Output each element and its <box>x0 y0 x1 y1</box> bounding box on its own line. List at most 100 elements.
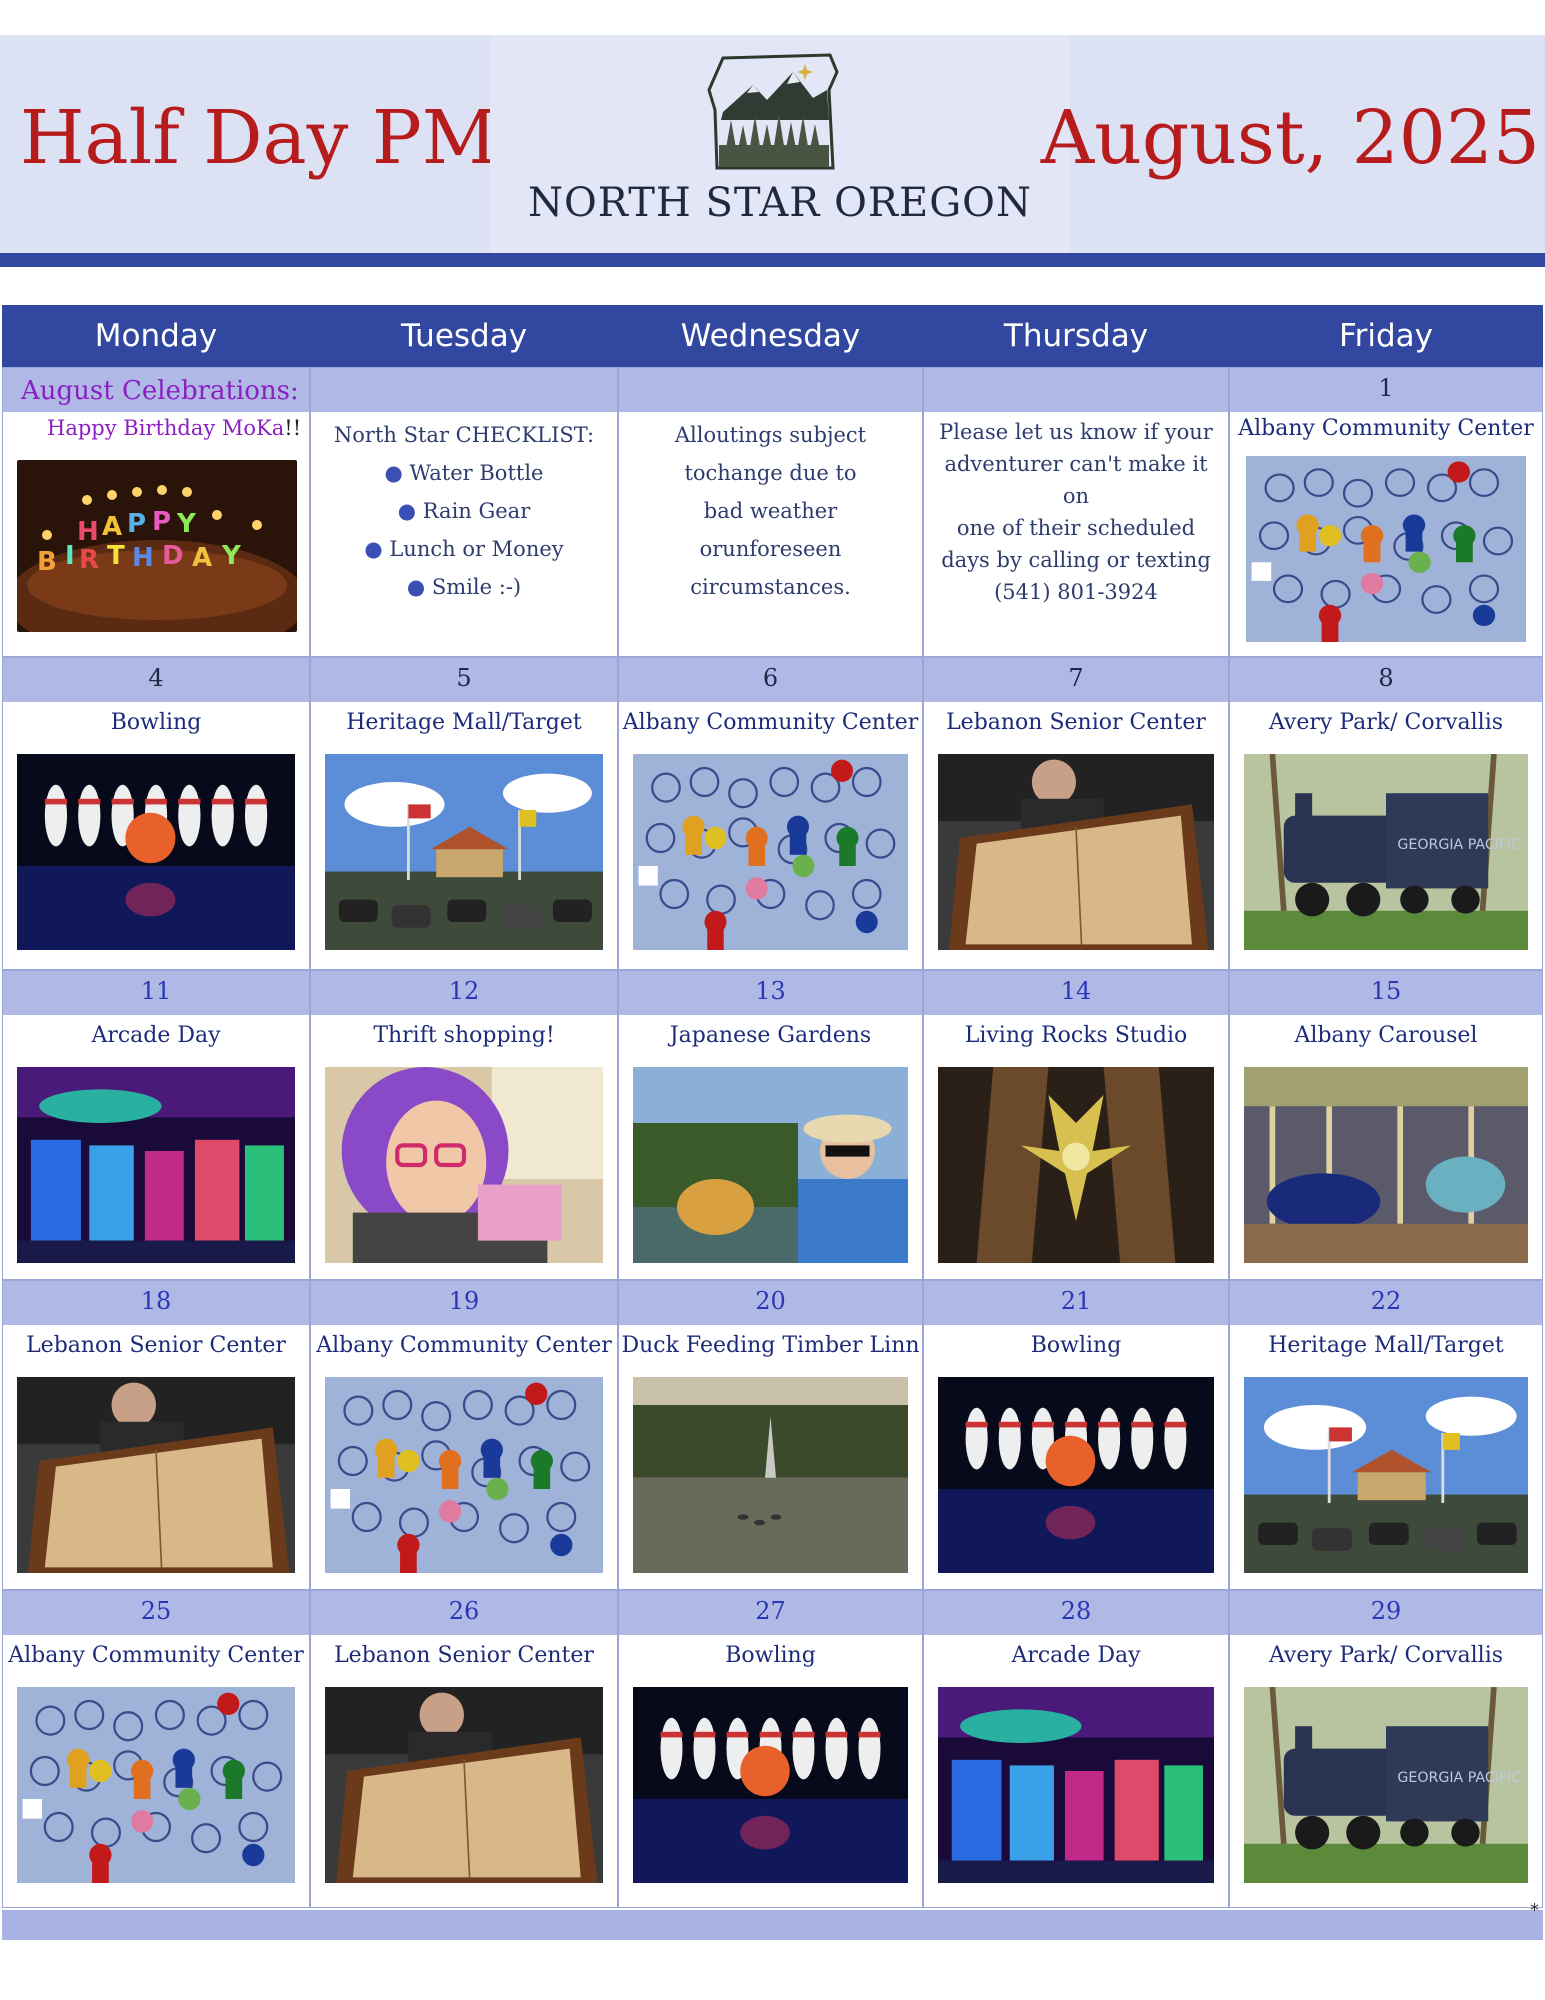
bowling-picture <box>633 1687 908 1883</box>
bowling-picture <box>938 1377 1214 1573</box>
day-cell-14: 14 Living Rocks Studio <box>923 970 1229 1280</box>
svg-text:Y: Y <box>221 541 242 571</box>
svg-text:P: P <box>152 507 171 537</box>
birthday-message: Happy Birthday MoKa!! <box>47 416 302 440</box>
weather-note-cell: Alloutings subject tochange due to bad w… <box>618 367 923 657</box>
activity-label: Thrift shopping! <box>373 1023 555 1048</box>
activity-label: Albany Community Center <box>622 710 919 735</box>
svg-text:P: P <box>127 509 146 539</box>
svg-text:H: H <box>77 517 99 547</box>
day-cell-20: 20 Duck Feeding Timber Linn <box>618 1280 923 1590</box>
day-cell-1: 1 Albany Community Center <box>1229 367 1543 657</box>
day-cell-25: 25 Albany Community Center <box>2 1590 310 1908</box>
svg-text:A: A <box>102 512 122 542</box>
day-number: 21 <box>1060 1287 1092 1315</box>
svg-text:R: R <box>79 545 99 575</box>
train-picture: GEORGIA PACIFIC <box>1244 753 1528 950</box>
activity-label: Bowling <box>725 1643 816 1668</box>
svg-text:GEORGIA PACIFIC: GEORGIA PACIFIC <box>1397 837 1521 853</box>
day-number: 28 <box>1060 1597 1092 1625</box>
program-title: Half Day PM <box>20 95 498 181</box>
day-cell-13: 13 Japanese Gardens <box>618 970 923 1280</box>
activity-label: Arcade Day <box>91 1023 221 1048</box>
arcade-picture <box>938 1687 1214 1883</box>
svg-text:A: A <box>192 543 212 573</box>
day-cell-12: 12 Thrift shopping! <box>310 970 618 1280</box>
weekday-monday: Monday <box>2 305 311 367</box>
activity-image <box>633 1377 908 1573</box>
activity-label: Bowling <box>1030 1333 1122 1358</box>
activity-image <box>17 1687 295 1883</box>
activity-label: Albany Carousel <box>1294 1023 1478 1048</box>
month-title: August, 2025 <box>1040 95 1540 181</box>
day-cell-6: 6 Albany Community Center <box>618 657 923 970</box>
activity-label: Lebanon Senior Center <box>26 1333 286 1358</box>
svg-text:B: B <box>37 547 57 577</box>
checklist-item: ● Water Bottle <box>384 461 544 485</box>
activity-image <box>325 1067 603 1263</box>
footer-bar <box>2 1910 1543 1940</box>
checklist-item: ● Smile :-) <box>406 575 522 599</box>
activity-image <box>938 1067 1214 1263</box>
checklist-item: ● Lunch or Money <box>364 537 564 561</box>
activity-image <box>633 1687 908 1883</box>
activity-label: Duck Feeding Timber Linn <box>621 1333 920 1358</box>
activity-image <box>17 754 295 950</box>
activity-image <box>1244 1067 1528 1263</box>
shuffle-picture <box>325 1687 603 1883</box>
contact-note: Please let us know if your adventurer ca… <box>932 416 1220 608</box>
day-cell-5: 5 Heritage Mall/Target <box>310 657 618 970</box>
header-left-panel: Half Day PM <box>0 35 498 253</box>
header-right-panel: August, 2025 <box>1041 35 1545 253</box>
activity-label: Living Rocks Studio <box>964 1023 1188 1048</box>
weekday-tuesday: Tuesday <box>310 305 619 367</box>
activity-image: GEORGIA PACIFIC <box>1244 753 1528 950</box>
contact-phone: (541) 801-3924 <box>994 580 1158 604</box>
day-cell-28: 28 Arcade Day <box>923 1590 1229 1908</box>
activity-label: Avery Park/ Corvallis <box>1268 1643 1504 1668</box>
activity-label: Heritage Mall/Target <box>346 710 582 735</box>
day-cell-19: 19 Albany Community Center <box>310 1280 618 1590</box>
pond-picture <box>633 1377 908 1573</box>
activity-image: GEORGIA PACIFIC <box>1244 1686 1528 1883</box>
day-number: 26 <box>448 1597 480 1625</box>
activity-image <box>325 754 603 950</box>
board-picture <box>633 754 908 950</box>
day-number: 12 <box>448 977 480 1005</box>
day-number: 29 <box>1370 1597 1402 1625</box>
garden-picture <box>633 1067 908 1263</box>
day-number: 11 <box>140 977 172 1005</box>
calendar-header: Half Day PM NORTH STAR OREGON August, 20… <box>0 35 1545 253</box>
celebrations-heading: August Celebrations: <box>21 376 299 406</box>
day-cell-27: 27 Bowling <box>618 1590 923 1908</box>
thrift-picture <box>325 1067 603 1263</box>
mall-picture <box>325 754 603 950</box>
oregon-mountain-logo <box>707 53 839 170</box>
day-number: 20 <box>755 1287 786 1315</box>
activity-image <box>325 1377 603 1573</box>
board-picture <box>1246 456 1526 642</box>
activity-image <box>938 1687 1214 1883</box>
svg-text:GEORGIA PACIFIC: GEORGIA PACIFIC <box>1397 1770 1521 1786</box>
activity-label: Albany Community Center <box>316 1333 612 1358</box>
day-cell-11: 11 Arcade Day <box>2 970 310 1280</box>
activity-image <box>325 1687 603 1883</box>
day-number: 22 <box>1370 1287 1402 1315</box>
day-cell-4: 4 Bowling <box>2 657 310 970</box>
shuffle-picture <box>17 1377 295 1573</box>
rocks-picture <box>938 1067 1214 1263</box>
bowling-picture <box>17 754 295 950</box>
day-number: 18 <box>140 1287 172 1315</box>
mall-picture <box>1244 1377 1528 1573</box>
day-number: 8 <box>1378 664 1394 692</box>
svg-text:I: I <box>65 541 75 571</box>
day-number: 19 <box>448 1287 480 1315</box>
activity-label: Arcade Day <box>1011 1643 1141 1668</box>
day-number: 25 <box>140 1597 172 1625</box>
carousel-picture <box>1244 1067 1528 1263</box>
day-cell-15: 15 Albany Carousel <box>1229 970 1543 1280</box>
day-number: 4 <box>148 664 164 692</box>
day-number: 5 <box>456 664 472 692</box>
board-picture <box>17 1687 295 1883</box>
weekday-wednesday: Wednesday <box>618 305 924 367</box>
